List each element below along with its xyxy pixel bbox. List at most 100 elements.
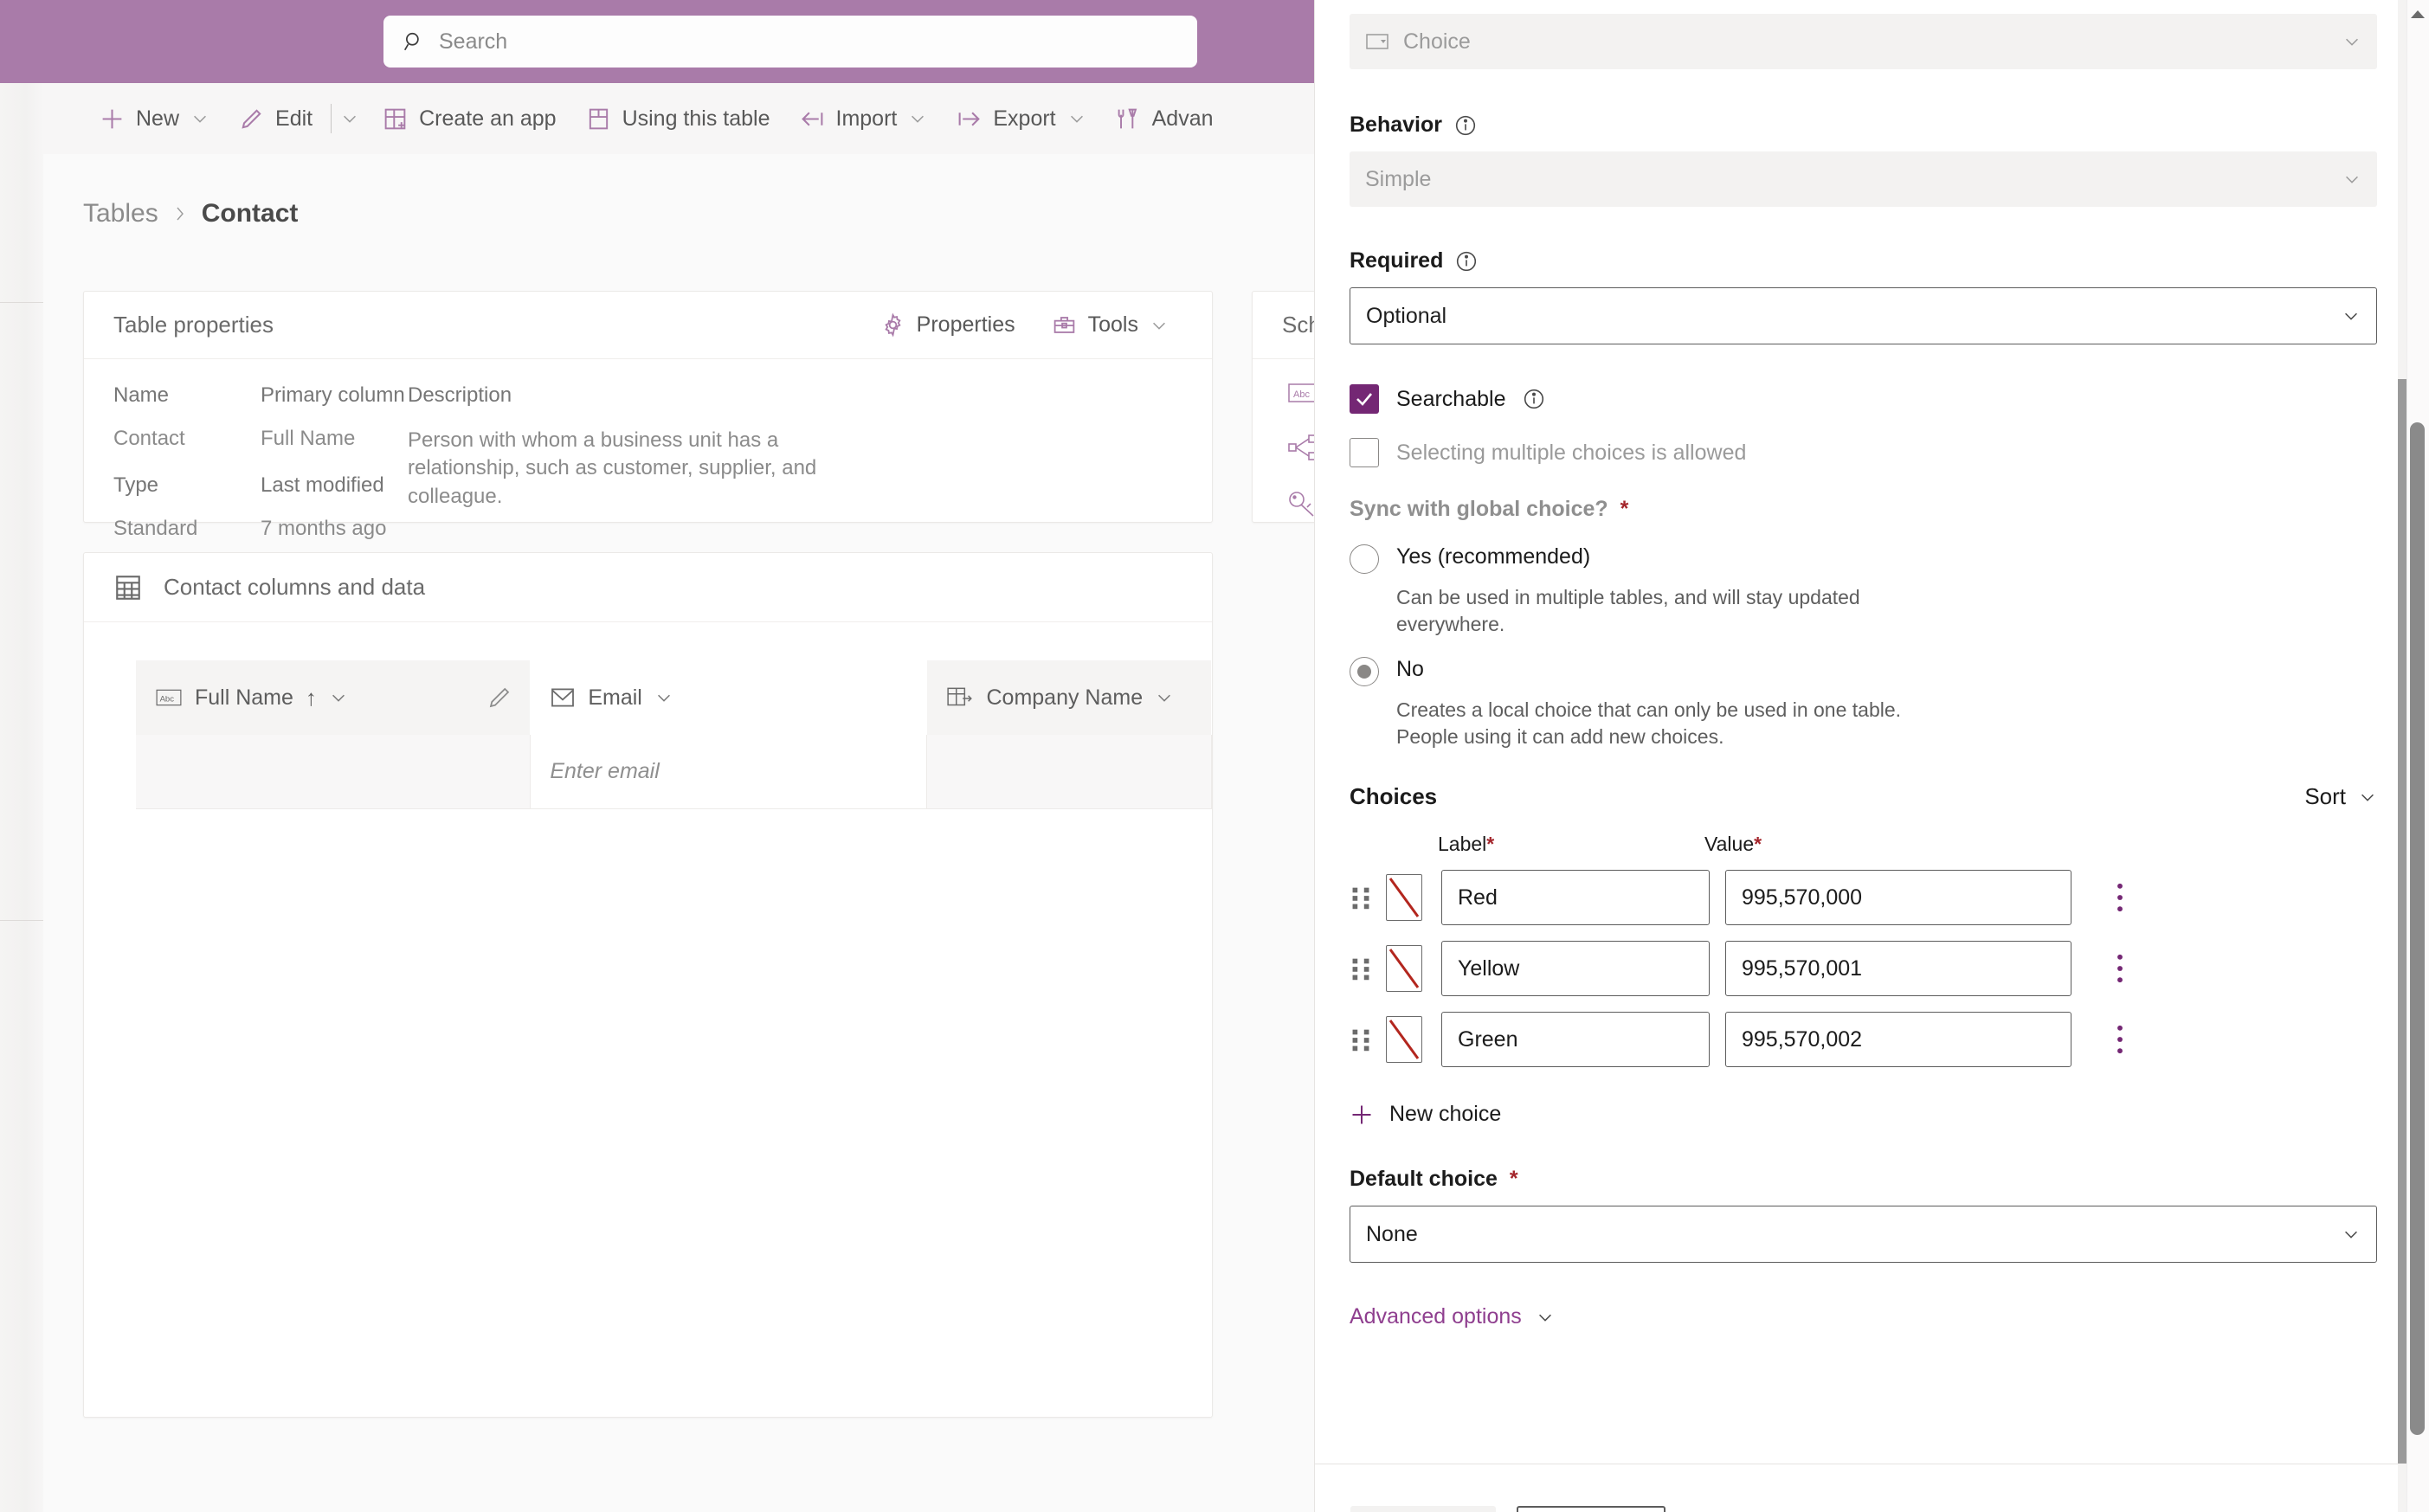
no-color-swatch-icon[interactable]: [1386, 874, 1422, 922]
sort-ascending-indicator: ↑: [305, 684, 317, 711]
cancel-button[interactable]: [1350, 1506, 1496, 1512]
window-scrollbar-thumb[interactable]: [2410, 422, 2425, 1435]
column-properties-panel: Choice Behavior Simple Required Optional: [1314, 0, 2429, 1512]
svg-text:Abc: Abc: [160, 694, 175, 704]
choice-value-input[interactable]: 995,570,002: [1725, 1012, 2071, 1068]
tools-button[interactable]: Tools: [1038, 302, 1182, 349]
chevron-down-icon[interactable]: [2342, 32, 2361, 51]
searchable-checkbox[interactable]: [1350, 384, 1379, 414]
pencil-edit-icon[interactable]: [486, 685, 512, 711]
properties-button[interactable]: Properties: [867, 302, 1029, 349]
export-arrow-icon: [957, 106, 982, 132]
chevron-down-icon[interactable]: [2342, 1225, 2361, 1244]
data-type-select[interactable]: Choice: [1350, 14, 2377, 69]
import-button[interactable]: Import: [785, 94, 943, 143]
more-vertical-icon[interactable]: [2106, 878, 2134, 917]
cell-full-name[interactable]: [136, 735, 532, 809]
required-select[interactable]: Optional: [1350, 287, 2377, 344]
chevron-down-icon[interactable]: [908, 109, 927, 128]
plus-icon: [1352, 1105, 1371, 1124]
table-properties-col-primary: Primary column Full Name Last modified 7…: [261, 383, 408, 563]
radio-yes-help: Can be used in multiple tables, and will…: [1396, 586, 1860, 636]
advanced-button[interactable]: Advan: [1101, 94, 1228, 143]
radio-no[interactable]: [1350, 657, 1379, 687]
drag-handle-icon[interactable]: [1350, 1025, 1372, 1054]
panel-scrollbar-thumb[interactable]: [2398, 379, 2406, 1464]
left-nav-rail[interactable]: [0, 83, 43, 1512]
cell-email-placeholder[interactable]: Enter email: [550, 759, 659, 784]
svg-text:Abc: Abc: [1293, 389, 1310, 400]
column-header-email[interactable]: Email: [531, 660, 928, 735]
create-an-app-button[interactable]: Create an app: [368, 94, 570, 143]
table-row[interactable]: Enter email: [136, 735, 1213, 809]
edit-caret-button[interactable]: [335, 94, 368, 143]
sort-button[interactable]: Sort: [2304, 783, 2377, 810]
info-icon[interactable]: [1454, 114, 1477, 137]
no-color-swatch-icon[interactable]: [1386, 1016, 1422, 1064]
default-choice-select[interactable]: None: [1350, 1206, 2377, 1264]
table-properties-title: Table properties: [113, 312, 274, 338]
keys-icon[interactable]: [1287, 489, 1314, 522]
choice-label-input[interactable]: Yellow: [1441, 941, 1710, 997]
plus-icon: [100, 106, 125, 132]
rail-divider: [0, 920, 43, 921]
new-choice-button[interactable]: New choice: [1350, 1102, 2377, 1127]
more-vertical-icon[interactable]: [2106, 949, 2134, 988]
choice-row: Green 995,570,002: [1350, 1012, 2377, 1068]
description-value: Person with whom a business unit has a r…: [408, 428, 817, 508]
save-button[interactable]: [1517, 1506, 1666, 1512]
scroll-up-arrow-icon[interactable]: [2410, 9, 2426, 19]
choices-label-header-text: Label: [1438, 833, 1487, 856]
choices-label-header: Label*: [1438, 833, 1704, 856]
sync-global-option-yes[interactable]: Yes (recommended): [1350, 544, 2377, 574]
advanced-options-toggle[interactable]: Advanced options: [1350, 1304, 2377, 1329]
rail-divider: [0, 302, 43, 303]
choice-value-input[interactable]: 995,570,001: [1725, 941, 2071, 997]
abc-columns-icon[interactable]: Abc: [1287, 380, 1314, 410]
export-button[interactable]: Export: [942, 94, 1100, 143]
using-this-table-label: Using this table: [622, 106, 770, 131]
column-header-full-name[interactable]: Abc Full Name ↑: [136, 660, 532, 735]
drag-handle-icon[interactable]: [1350, 883, 1372, 912]
table-layout-icon: [586, 106, 611, 132]
new-button[interactable]: New: [85, 94, 224, 143]
chevron-down-icon[interactable]: [1155, 688, 1174, 707]
search-input-placeholder[interactable]: Search: [439, 29, 507, 55]
behavior-select[interactable]: Simple: [1350, 151, 2377, 207]
radio-yes[interactable]: [1350, 544, 1379, 574]
breadcrumb-current: Contact: [201, 199, 299, 228]
cell-email[interactable]: Enter email: [531, 735, 928, 809]
using-this-table-button[interactable]: Using this table: [571, 94, 785, 143]
cell-company-name[interactable]: [927, 735, 1213, 809]
edit-button[interactable]: Edit: [224, 94, 327, 143]
choices-column-headers: Label* Value*: [1350, 833, 2377, 856]
chevron-down-icon[interactable]: [2342, 170, 2361, 189]
choice-label-value: Green: [1458, 1026, 1518, 1052]
searchable-checkbox-row[interactable]: Searchable: [1350, 384, 2377, 414]
tools-label: Tools: [1087, 312, 1138, 337]
choice-label-input[interactable]: Green: [1441, 1012, 1710, 1068]
data-grid: Abc Full Name ↑ Email Company Name Enter…: [84, 622, 1213, 809]
last-modified-label: Last modified: [261, 473, 384, 497]
chevron-down-icon[interactable]: [1150, 316, 1169, 335]
relationships-share-icon[interactable]: [1287, 433, 1314, 466]
chevron-down-icon[interactable]: [190, 109, 209, 128]
info-icon[interactable]: [1455, 250, 1478, 273]
import-label: Import: [835, 106, 898, 131]
chevron-down-icon[interactable]: [654, 688, 673, 707]
sync-global-option-no[interactable]: No: [1350, 657, 2377, 687]
drag-handle-icon[interactable]: [1350, 954, 1372, 983]
column-header-company-name[interactable]: Company Name: [927, 660, 1213, 735]
chevron-down-icon[interactable]: [340, 109, 359, 128]
chevron-down-icon[interactable]: [329, 688, 348, 707]
more-vertical-icon[interactable]: [2106, 1020, 2134, 1058]
breadcrumb-tables-link[interactable]: Tables: [83, 199, 158, 228]
column-header-label: Email: [588, 685, 642, 710]
search-box[interactable]: Search: [383, 16, 1197, 68]
choice-label-input[interactable]: Red: [1441, 870, 1710, 926]
chevron-down-icon[interactable]: [1067, 109, 1086, 128]
no-color-swatch-icon[interactable]: [1386, 945, 1422, 993]
info-icon[interactable]: [1523, 388, 1545, 410]
choice-value-input[interactable]: 995,570,000: [1725, 870, 2071, 926]
chevron-down-icon[interactable]: [2342, 306, 2361, 325]
